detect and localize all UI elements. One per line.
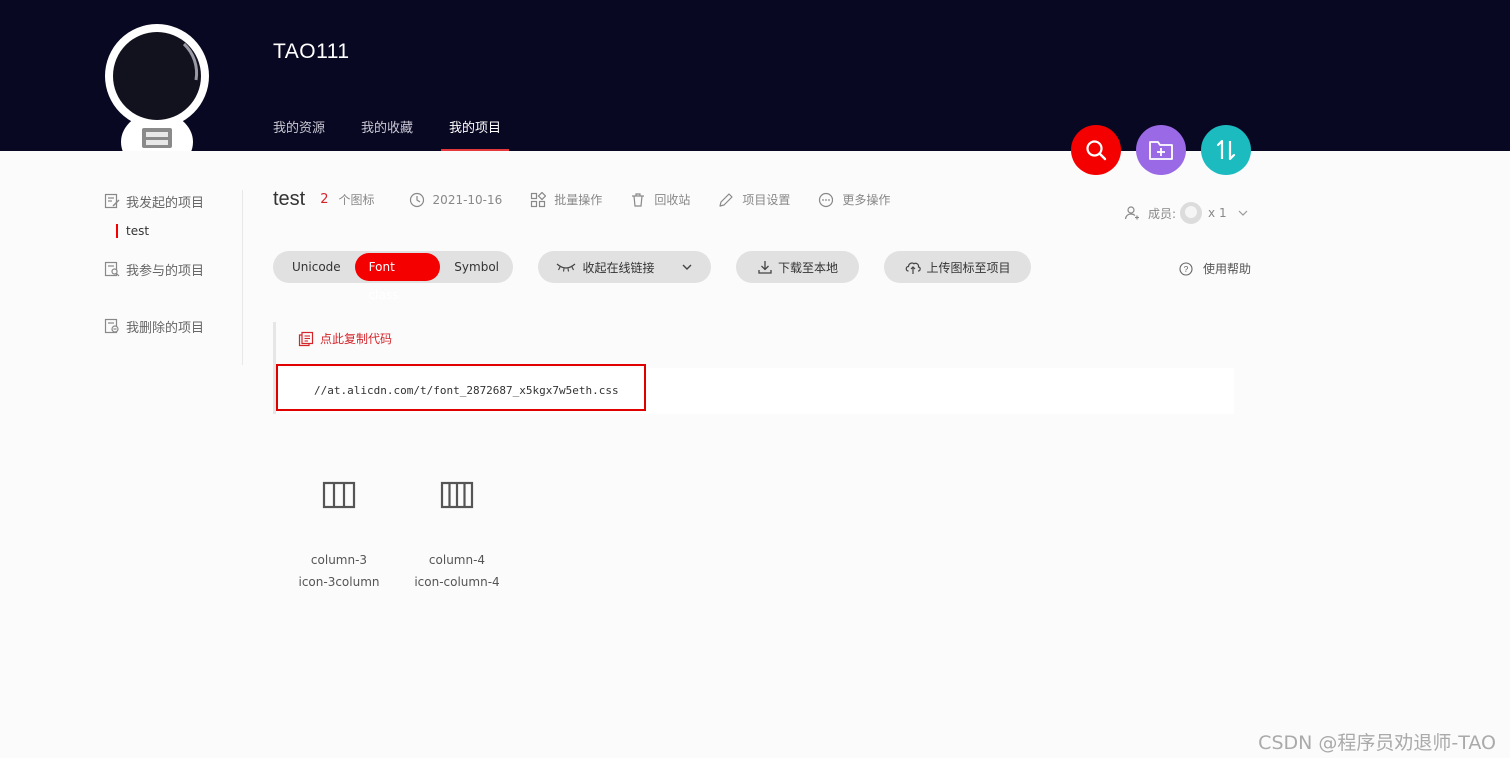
search-icon bbox=[1086, 140, 1107, 161]
column-3-icon bbox=[322, 481, 356, 509]
avatar[interactable] bbox=[104, 20, 210, 151]
more-actions-label: 更多操作 bbox=[842, 193, 891, 207]
copy-icon bbox=[298, 331, 314, 346]
eye-closed-icon bbox=[557, 263, 576, 272]
help-label: 使用帮助 bbox=[1203, 262, 1252, 276]
members-count: x 1 bbox=[1208, 206, 1227, 220]
members-label: 成员: bbox=[1148, 206, 1177, 221]
member-avatar bbox=[1180, 202, 1203, 224]
sidebar-group-joined-label: 我参与的项目 bbox=[126, 263, 205, 279]
download-icon bbox=[758, 261, 772, 274]
members-icon bbox=[1124, 206, 1139, 220]
project-date-text: 2021-10-16 bbox=[432, 192, 503, 207]
sidebar: 我发起的项目 test 我参与的项目 我删除的项目 bbox=[104, 190, 243, 365]
svg-text:?: ? bbox=[1184, 264, 1189, 274]
sort-icon bbox=[1216, 139, 1236, 161]
search-button[interactable] bbox=[1071, 125, 1121, 175]
search-doc-icon bbox=[104, 261, 120, 277]
question-icon: ? bbox=[1179, 261, 1193, 276]
icon-card-column-3[interactable]: column-3 icon-3column bbox=[280, 480, 398, 589]
tab-my-projects[interactable]: 我的项目 bbox=[441, 117, 510, 151]
new-project-button[interactable] bbox=[1136, 125, 1186, 175]
sidebar-group-deleted-label: 我删除的项目 bbox=[126, 320, 205, 336]
project-date: 2021-10-16 bbox=[409, 192, 503, 208]
copy-code-button[interactable]: 点此复制代码 bbox=[298, 330, 392, 347]
icon-name: column-3 bbox=[310, 553, 368, 567]
watermark: CSDN @程序员劝退师-TAO bbox=[1258, 732, 1496, 754]
column-4-icon bbox=[440, 481, 474, 509]
icon-count-label: 个图标 bbox=[338, 193, 375, 207]
download-label: 下载至本地 bbox=[777, 260, 838, 275]
pencil-icon bbox=[719, 192, 733, 207]
clock-icon bbox=[409, 192, 424, 207]
tab-my-resources[interactable]: 我的资源 bbox=[273, 117, 325, 151]
folder-add-icon bbox=[1149, 141, 1173, 160]
copy-code-label: 点此复制代码 bbox=[320, 332, 393, 346]
cloud-upload-icon bbox=[906, 262, 922, 274]
delete-doc-icon bbox=[104, 318, 119, 334]
trash-icon bbox=[632, 192, 645, 207]
more-icon bbox=[819, 192, 834, 207]
url-highlight-box bbox=[276, 364, 646, 411]
mode-symbol[interactable]: Symbol bbox=[440, 253, 513, 281]
main-nav: 我的资源 我的收藏 我的项目 bbox=[273, 117, 537, 151]
icon-class-name: icon-3column bbox=[298, 575, 380, 589]
tab-my-favorites[interactable]: 我的收藏 bbox=[361, 117, 413, 151]
code-type-switch: Unicode Font class Symbol bbox=[273, 251, 513, 302]
project-settings-button[interactable]: 项目设置 bbox=[718, 191, 790, 208]
upload-icons-label: 上传图标至项目 bbox=[926, 260, 1011, 275]
recycle-bin-button[interactable]: 回收站 bbox=[630, 191, 690, 208]
upload-icons-button[interactable]: 上传图标至项目 bbox=[884, 251, 1031, 283]
edit-doc-icon bbox=[104, 193, 120, 209]
header: TAO111 我的资源 我的收藏 我的项目 bbox=[0, 0, 1510, 151]
batch-operation-label: 批量操作 bbox=[554, 193, 603, 207]
help-link[interactable]: ? 使用帮助 bbox=[1179, 260, 1251, 277]
collapse-online-link-button[interactable]: 收起在线链接 bbox=[538, 251, 711, 283]
sidebar-group-created[interactable]: 我发起的项目 bbox=[104, 190, 242, 212]
batch-operation-button[interactable]: 批量操作 bbox=[530, 191, 602, 208]
sort-button[interactable] bbox=[1201, 125, 1251, 175]
collapse-online-link-label: 收起在线链接 bbox=[582, 260, 655, 275]
more-actions-button[interactable]: 更多操作 bbox=[818, 191, 890, 208]
project-settings-label: 项目设置 bbox=[742, 193, 791, 207]
icon-class-name: icon-column-4 bbox=[414, 575, 500, 589]
sidebar-group-joined[interactable]: 我参与的项目 bbox=[104, 258, 242, 280]
mode-unicode[interactable]: Unicode bbox=[278, 253, 355, 281]
chevron-down-icon bbox=[682, 264, 691, 270]
icon-name: column-4 bbox=[428, 553, 486, 567]
project-title: test bbox=[273, 188, 306, 210]
members-dropdown[interactable]: 成员: x 1 bbox=[1124, 202, 1249, 224]
icon-count: 2 bbox=[320, 192, 329, 207]
sidebar-group-deleted[interactable]: 我删除的项目 bbox=[104, 315, 242, 337]
project-header: test 2 个图标 2021-10-16 批量操作 回收站 项目设置 更多操作 bbox=[273, 188, 918, 211]
username: TAO111 bbox=[273, 40, 350, 63]
download-button[interactable]: 下载至本地 bbox=[736, 251, 859, 283]
icon-card-column-4[interactable]: column-4 icon-column-4 bbox=[398, 480, 516, 589]
recycle-bin-label: 回收站 bbox=[654, 193, 691, 207]
sidebar-group-created-label: 我发起的项目 bbox=[126, 195, 205, 211]
sidebar-item-test[interactable]: test bbox=[116, 224, 242, 238]
grid-icon bbox=[531, 191, 547, 207]
mode-font-class[interactable]: Font class bbox=[354, 253, 441, 302]
chevron-down-icon bbox=[1238, 210, 1248, 216]
